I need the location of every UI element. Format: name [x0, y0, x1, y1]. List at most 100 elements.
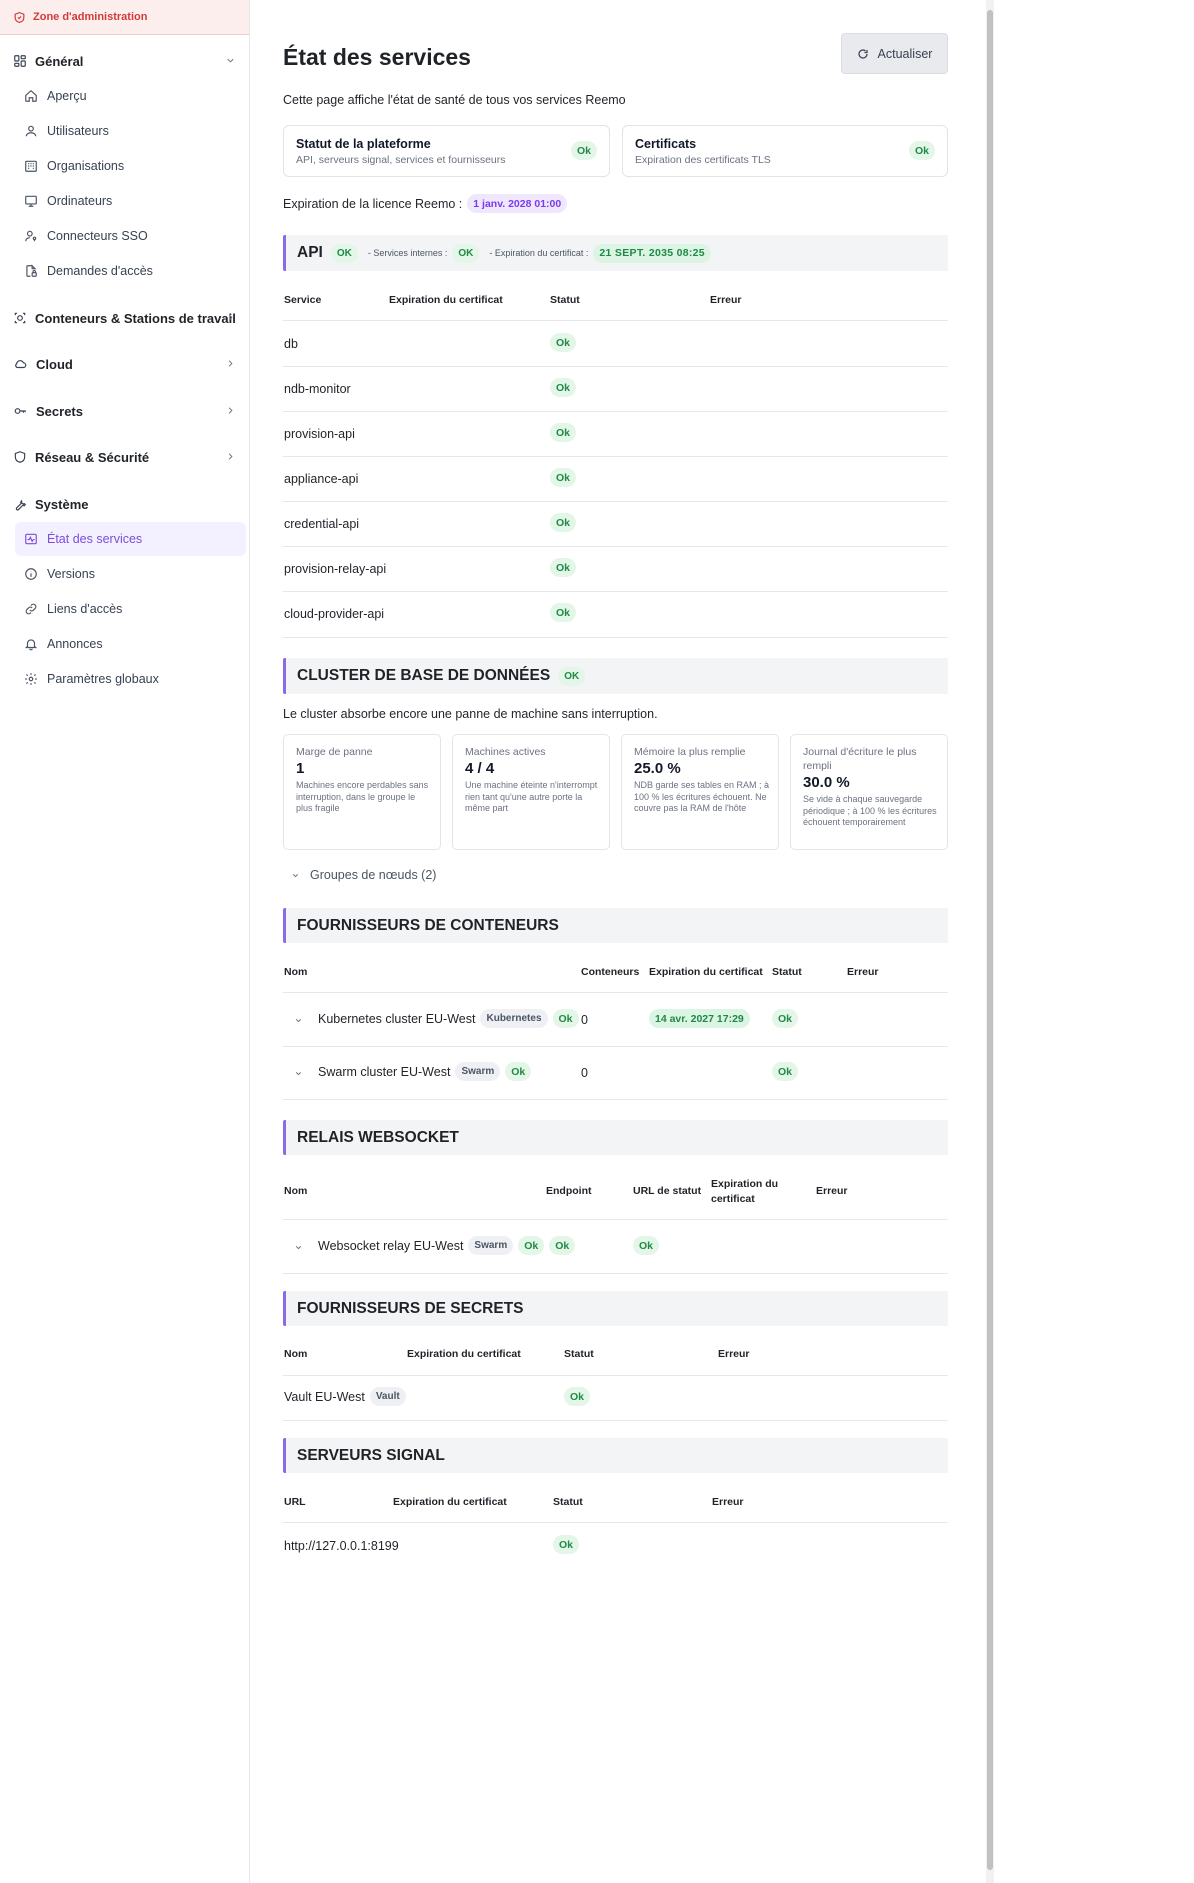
provider-type-badge: Swarm: [455, 1062, 501, 1081]
websocket-section-header: RELAIS WEBSOCKET: [283, 1120, 948, 1155]
column-header: Erreur: [847, 966, 879, 978]
provider-type-status-badge: Ok: [552, 1009, 579, 1028]
sidebar-item-overview[interactable]: Aperçu: [15, 79, 246, 113]
table-row[interactable]: Swarm cluster EU-West Swarm Ok 0 Ok: [283, 1046, 948, 1099]
internal-services-label: - Services internes :: [367, 248, 448, 258]
api-services-table: Service Expiration du certificat Statut …: [283, 280, 948, 640]
chevron-down-icon[interactable]: [294, 1243, 303, 1252]
monitor-icon: [25, 195, 37, 207]
license-label: Expiration de la licence Reemo :: [283, 196, 463, 211]
nav-group-cloud[interactable]: Cloud: [0, 350, 250, 378]
status-badge: Ok: [772, 1062, 799, 1081]
column-header: Erreur: [816, 1185, 848, 1197]
metric-label: Marge de panne: [296, 746, 373, 758]
chevron-down-icon[interactable]: [294, 1016, 303, 1025]
service-name: cloud-provider-api: [284, 607, 385, 621]
sidebar-item-label: Utilisateurs: [47, 124, 109, 138]
service-name: provision-relay-api: [284, 562, 387, 576]
table-row: ndb-monitor Ok: [283, 366, 948, 411]
dashboard-icon: [14, 55, 26, 67]
nav-group-system[interactable]: Système: [0, 490, 250, 518]
metric-value: 4 / 4: [465, 760, 495, 777]
section-title: SERVEURS SIGNAL: [297, 1446, 445, 1464]
secret-provider-name-group: Vault EU-West Vault: [284, 1387, 406, 1406]
sidebar-item-access-links[interactable]: Liens d'accès: [15, 592, 246, 626]
sidebar-item-versions[interactable]: Versions: [15, 557, 246, 591]
table-row[interactable]: Websocket relay EU-West Swarm Ok Ok Ok: [283, 1220, 948, 1273]
sidebar-item-service-status[interactable]: État des services: [15, 522, 246, 556]
sidebar-item-access-requests[interactable]: Demandes d'accès: [15, 254, 246, 288]
card-subtitle: Expiration des certificats TLS: [635, 154, 771, 166]
table-row: Vault EU-West Vault Ok: [283, 1376, 948, 1420]
refresh-button-label: Actualiser: [877, 46, 933, 61]
service-name: provision-api: [284, 427, 355, 441]
status-badge: Ok: [550, 333, 577, 352]
certificates-card: Certificats Expiration des certificats T…: [622, 125, 948, 177]
sidebar-item-computers[interactable]: Ordinateurs: [15, 184, 246, 218]
websocket-table: Nom Endpoint URL de statut Expiration du…: [283, 1165, 948, 1275]
sidebar-item-users[interactable]: Utilisateurs: [15, 114, 246, 148]
node-groups-toggle[interactable]: Groupes de nœuds (2): [291, 868, 436, 882]
table-row[interactable]: Kubernetes cluster EU-West Kubernetes Ok…: [283, 993, 948, 1046]
sidebar-item-organisations[interactable]: Organisations: [15, 149, 246, 183]
nav-group-network[interactable]: Réseau & Sécurité: [0, 443, 250, 471]
provider-name: Kubernetes cluster EU-West: [318, 1011, 476, 1026]
nav-group-containers-label: Conteneurs & Stations de travail: [35, 310, 236, 326]
container-count: 0: [581, 1066, 588, 1080]
endpoint-status-badge: Ok: [549, 1236, 576, 1255]
home-icon: [25, 89, 37, 102]
refresh-icon: [858, 48, 868, 59]
container-providers-section-header: FOURNISSEURS DE CONTENEURS: [283, 908, 948, 943]
column-header: Nom: [284, 966, 308, 978]
chevron-down-icon: [292, 873, 299, 877]
card-title: Certificats: [635, 137, 697, 151]
sidebar-item-label: Ordinateurs: [47, 194, 113, 208]
building-icon: [25, 160, 37, 172]
sidebar-item-sso-connectors[interactable]: Connecteurs SSO: [15, 219, 246, 253]
key-icon: [14, 408, 26, 414]
metric-label: Machines actives: [465, 746, 546, 758]
node-groups-label: Groupes de nœuds (2): [310, 868, 437, 882]
table-row: provision-api Ok: [283, 411, 948, 456]
user-icon: [25, 125, 37, 137]
column-header: Expiration du certificat: [649, 966, 763, 978]
service-name: credential-api: [284, 517, 360, 531]
scrollbar-track[interactable]: [986, 0, 994, 1883]
db-cluster-section-header: CLUSTER DE BASE DE DONNÉES OK: [283, 658, 948, 694]
status-badge: Ok: [550, 378, 577, 397]
internal-services-badge: OK: [452, 243, 480, 263]
refresh-button[interactable]: Actualiser: [841, 33, 948, 74]
signal-servers-section-header: SERVEURS SIGNAL: [283, 1438, 948, 1473]
nav-group-general[interactable]: Général: [0, 47, 250, 75]
cert-expiry-badge: 14 avr. 2027 17:29: [649, 1009, 750, 1028]
column-header: Erreur: [712, 1496, 744, 1508]
bell-icon: [24, 639, 38, 651]
row-divider: [283, 1099, 948, 1100]
column-header: URL de statut: [633, 1185, 702, 1197]
nav-group-secrets[interactable]: Secrets: [0, 397, 250, 425]
nav-group-containers[interactable]: Conteneurs & Stations de travail: [0, 304, 250, 332]
platform-status-card: Statut de la plateforme API, serveurs si…: [283, 125, 610, 177]
table-row: provision-relay-api Ok: [283, 546, 948, 591]
metric-description: Une machine éteinte n'interrompt rien ta…: [465, 780, 598, 813]
chevron-right-icon: [228, 453, 233, 460]
metric-card-active-machines: Machines actives 4 / 4 Une machine étein…: [452, 734, 610, 850]
nav-group-system-label: Système: [35, 496, 89, 512]
column-header: Nom: [284, 1185, 308, 1197]
scrollbar-thumb[interactable]: [987, 10, 993, 1870]
db-cluster-summary: Le cluster absorbe encore une panne de m…: [283, 707, 658, 721]
row-divider: [283, 1273, 948, 1274]
column-header: Endpoint: [546, 1185, 592, 1197]
chevron-right-icon: [228, 360, 233, 367]
status-badge: Ok: [550, 513, 577, 532]
column-header: Expiration du certificat: [389, 294, 503, 306]
page-title: État des services: [283, 44, 471, 70]
metric-label: Journal d'écriture le plus rempli: [803, 746, 917, 772]
sidebar-item-announcements[interactable]: Annonces: [15, 627, 246, 661]
license-row: Expiration de la licence Reemo : 1 janv.…: [283, 194, 568, 213]
sidebar-item-label: Organisations: [47, 159, 125, 173]
sidebar-item-global-settings[interactable]: Paramètres globaux: [15, 662, 246, 696]
sidebar-item-label: Demandes d'accès: [47, 264, 153, 278]
page-description: Cette page affiche l'état de santé de to…: [283, 93, 626, 107]
chevron-down-icon[interactable]: [294, 1069, 303, 1078]
